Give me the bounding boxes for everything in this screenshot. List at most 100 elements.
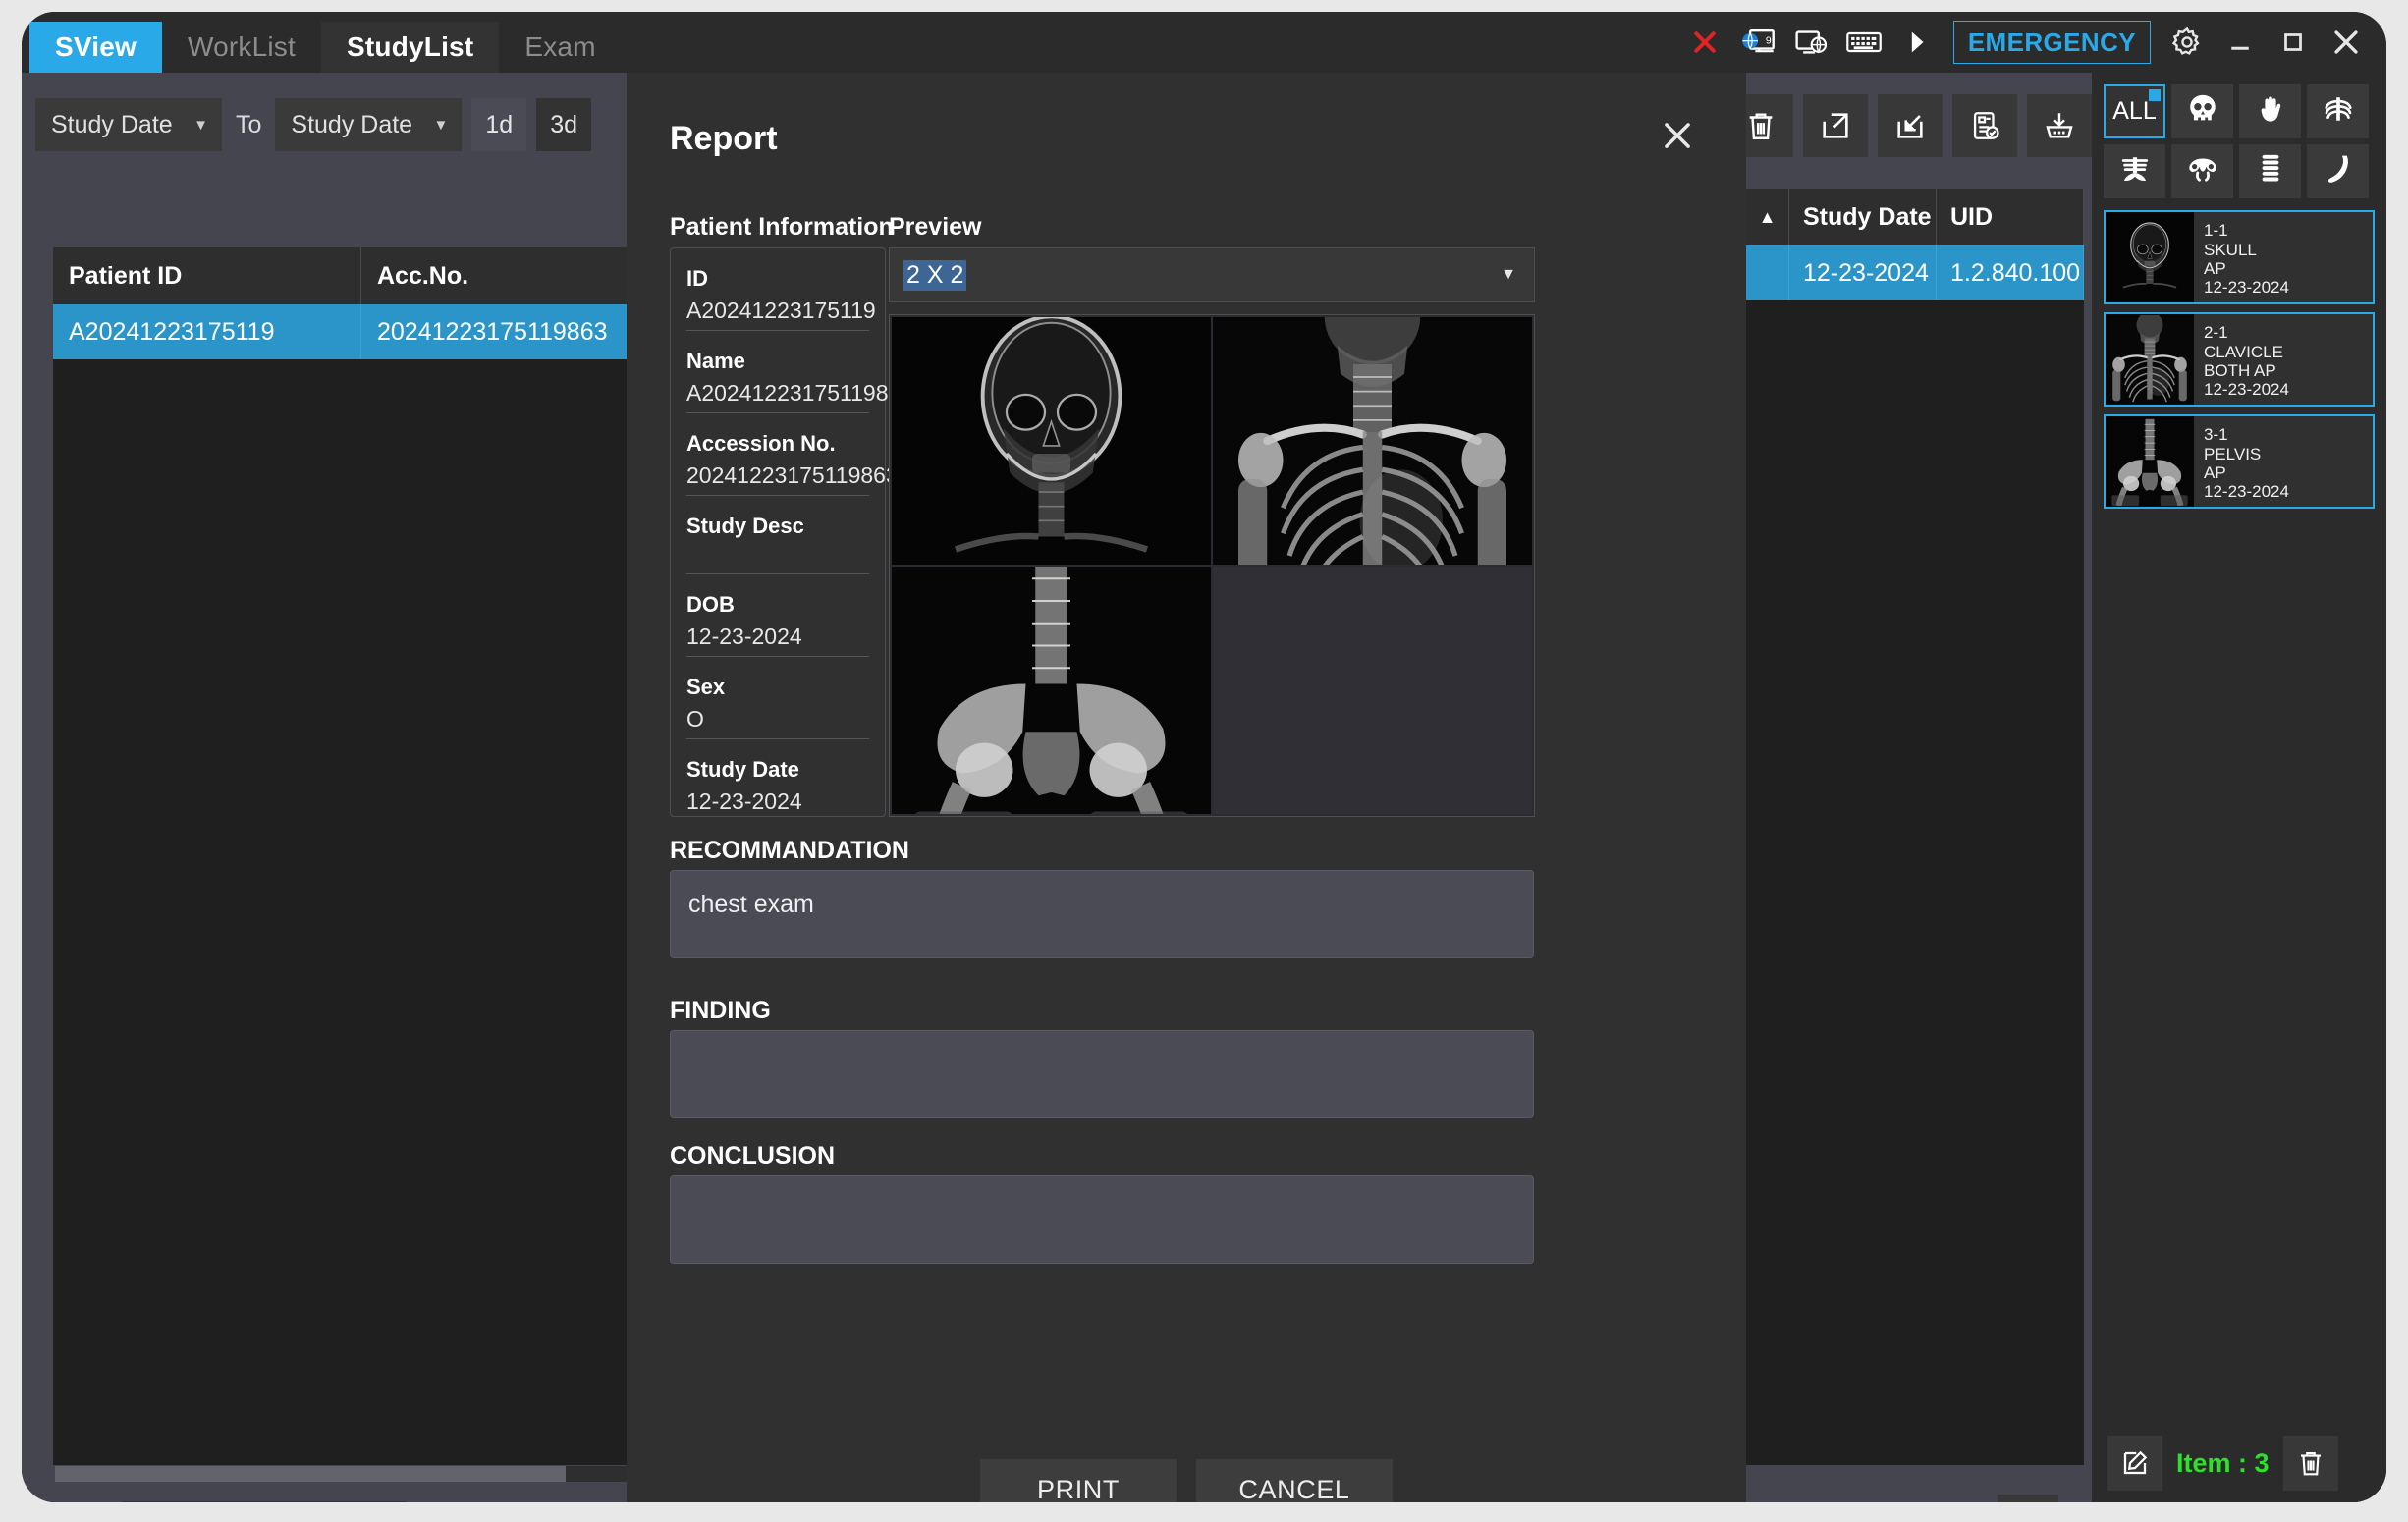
bodypart-filter-spine[interactable] [2239, 144, 2301, 198]
preview-label: Preview [889, 213, 982, 241]
table-row[interactable]: A20241223175119 20241223175119863 [53, 304, 650, 359]
report-verify-icon[interactable] [1952, 94, 2017, 157]
leg-foot-icon [2324, 153, 2353, 190]
column-header-patient-id[interactable]: Patient ID [53, 247, 361, 304]
cancel-button[interactable]: CANCEL [1196, 1459, 1393, 1502]
monitor-network-icon[interactable] [1784, 16, 1837, 69]
bodypart-filter-chest[interactable] [2307, 84, 2369, 138]
titlebar: SView WorkList StudyList Exam 9 EMERGENC… [22, 12, 2386, 73]
study-list-footer [1746, 1487, 2084, 1502]
download-basket-icon[interactable] [2027, 94, 2092, 157]
export-study-icon[interactable] [1803, 94, 1868, 157]
filter-1d-button[interactable]: 1d [471, 98, 527, 151]
edit-icon[interactable] [2107, 1436, 2162, 1491]
list-item[interactable]: 1-1 SKULL AP 12-23-2024 [2104, 210, 2375, 304]
skull-icon [2186, 93, 2219, 130]
preview-layout-value: 2 X 2 [903, 259, 967, 291]
gear-icon[interactable] [2161, 16, 2214, 69]
list-size-row: List: 30 ▼ [55, 1501, 407, 1502]
minimize-icon[interactable] [2214, 16, 2267, 69]
list-item[interactable]: 2-1 CLAVICLE BOTH AP 12-23-2024 [2104, 312, 2375, 407]
filter-3d-label: 3d [550, 110, 578, 138]
filter-3d-button[interactable]: 3d [536, 98, 592, 151]
bodypart-filter-leg[interactable] [2307, 144, 2369, 198]
table-row[interactable]: 12-23-2024 1.2.840.100 [1746, 245, 2084, 300]
field-dob: DOB 12-23-2024 [686, 592, 869, 657]
date-filter-row: Study Date ▼ To Study Date ▼ 1d 3d [35, 98, 592, 151]
series-view: BOTH AP [2204, 361, 2276, 380]
field-study-date-value[interactable]: 12-23-2024 [686, 788, 869, 821]
play-icon[interactable] [1998, 1495, 2058, 1502]
tab-exam[interactable]: Exam [499, 22, 621, 73]
cell-study-date: 12-23-2024 [1789, 245, 1937, 300]
print-button[interactable]: PRINT [980, 1459, 1177, 1502]
bodypart-filter-thoracic[interactable] [2104, 144, 2165, 198]
rail-footer: Item : 3 [2092, 1424, 2386, 1502]
emergency-button[interactable]: EMERGENCY [1952, 21, 2151, 64]
field-id-value[interactable]: A20241223175119 [686, 298, 876, 331]
patient-grid: Patient ID Acc.No. A20241223175119 20241… [53, 247, 650, 1465]
bodypart-filter-hand[interactable] [2239, 84, 2301, 138]
bodypart-filter-pelvis[interactable] [2171, 144, 2233, 198]
list-item[interactable]: 3-1 PELVIS AP 12-23-2024 [2104, 414, 2375, 509]
preview-cell-skull-ap[interactable] [892, 317, 1211, 565]
dialog-actions: PRINT CANCEL [627, 1459, 1746, 1502]
close-icon[interactable] [2320, 16, 2373, 69]
import-study-icon[interactable] [1878, 94, 1943, 157]
thumbnail-meta: 2-1 CLAVICLE BOTH AP 12-23-2024 [2194, 314, 2373, 405]
bodypart-filter-all[interactable]: ALL [2104, 84, 2165, 138]
column-header-sort[interactable]: ▲ [1746, 189, 1789, 245]
filter-1d-label: 1d [485, 110, 514, 138]
network-disconnected-icon[interactable] [1678, 16, 1731, 69]
application-window: SView WorkList StudyList Exam 9 EMERGENC… [22, 12, 2386, 1502]
column-header-acc-no[interactable]: Acc.No. [361, 247, 650, 304]
conclusion-input[interactable] [670, 1175, 1534, 1264]
patient-grid-empty-area [53, 359, 650, 1465]
field-accession-value[interactable]: 20241223175119863 [686, 462, 899, 496]
remote-server-icon[interactable]: 9 [1731, 16, 1784, 69]
field-dob-value[interactable]: 12-23-2024 [686, 624, 869, 657]
field-sex-label: Sex [686, 675, 726, 699]
keyboard-icon[interactable] [1837, 16, 1890, 69]
preview-cell-clavicle-ap[interactable] [1213, 317, 1532, 565]
pelvis-icon [2186, 154, 2219, 189]
emergency-label: EMERGENCY [1967, 27, 2136, 57]
patient-information-box: ID A20241223175119 Name A202412231751198… [670, 247, 913, 817]
from-date-select[interactable]: Study Date ▼ [35, 98, 222, 151]
column-header-study-date[interactable]: Study Date [1789, 189, 1937, 245]
to-date-select[interactable]: Study Date ▼ [275, 98, 463, 151]
bodypart-filter-skull[interactable] [2171, 84, 2233, 138]
finding-input[interactable] [670, 1030, 1534, 1118]
series-date: 12-23-2024 [2204, 482, 2289, 502]
delete-icon[interactable] [2282, 1436, 2338, 1491]
recommandation-input[interactable]: chest exam [670, 870, 1534, 958]
preview-layout-select[interactable]: 2 X 2 ▼ [889, 247, 1535, 302]
close-icon[interactable] [1652, 110, 1703, 161]
hand-icon [2255, 93, 2286, 130]
series-view: AP [2204, 463, 2226, 482]
main-tabs: SView WorkList StudyList Exam [29, 22, 622, 73]
column-header-uid[interactable]: UID [1937, 189, 2084, 245]
tab-sview[interactable]: SView [29, 22, 162, 73]
preview-cell-pelvis-ap[interactable] [892, 567, 1211, 814]
from-date-label: Study Date [51, 110, 173, 138]
patient-list-panel: Study Date ▼ To Study Date ▼ 1d 3d Patie… [22, 73, 650, 1502]
field-study-desc-value[interactable] [686, 545, 869, 574]
patient-grid-hscrollbar[interactable] [55, 1466, 648, 1482]
list-size-select[interactable]: 30 ▼ [121, 1501, 407, 1502]
preview-cell-empty[interactable] [1213, 567, 1532, 814]
cancel-button-label: CANCEL [1238, 1474, 1350, 1503]
tab-worklist[interactable]: WorkList [162, 22, 321, 73]
field-sex-value[interactable]: O [686, 706, 869, 739]
field-accession-label: Accession No. [686, 431, 836, 456]
thumbnail-image-pelvis-ap [2106, 416, 2194, 507]
main-body: Study Date ▼ To Study Date ▼ 1d 3d Patie… [22, 73, 2386, 1502]
tab-worklist-label: WorkList [187, 31, 296, 62]
expand-arrow-icon[interactable] [1890, 16, 1943, 69]
series-index: 2-1 [2204, 322, 2228, 342]
series-date: 12-23-2024 [2204, 380, 2289, 400]
tab-studylist[interactable]: StudyList [320, 22, 500, 73]
field-name-value[interactable]: A20241223175119863 [686, 380, 913, 413]
maximize-icon[interactable] [2267, 16, 2320, 69]
cell-patient-id: A20241223175119 [53, 304, 361, 359]
